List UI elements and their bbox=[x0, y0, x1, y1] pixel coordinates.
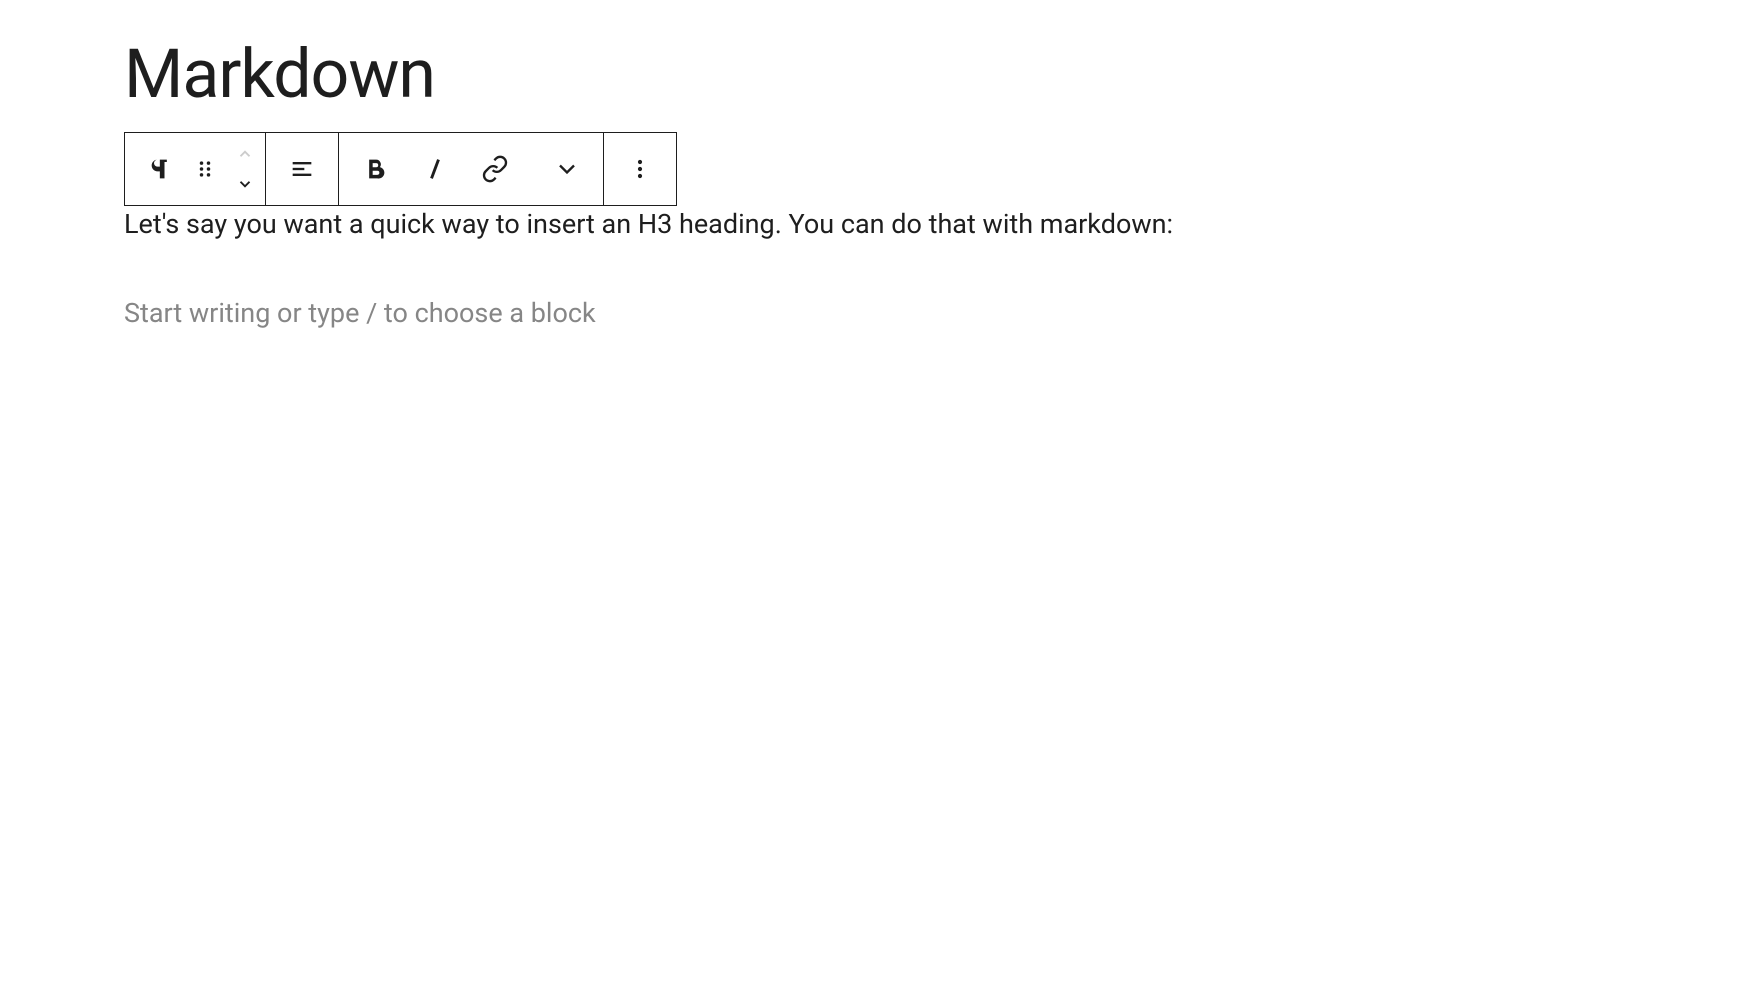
drag-handle-button[interactable] bbox=[185, 133, 225, 205]
page-title[interactable]: Markdown bbox=[124, 40, 1749, 108]
drag-icon bbox=[191, 155, 219, 183]
toolbar-group-block bbox=[125, 133, 266, 205]
move-down-button[interactable] bbox=[225, 169, 265, 199]
block-toolbar bbox=[124, 132, 677, 206]
italic-button[interactable] bbox=[411, 133, 459, 205]
empty-block-placeholder[interactable]: Start writing or type / to choose a bloc… bbox=[124, 293, 1749, 334]
move-up-button bbox=[225, 139, 265, 169]
chevron-down-icon bbox=[553, 155, 581, 183]
mover-group bbox=[225, 133, 265, 205]
toolbar-group-format bbox=[339, 133, 604, 205]
align-left-icon bbox=[288, 155, 316, 183]
chevron-up-icon bbox=[236, 145, 254, 163]
toolbar-group-align bbox=[266, 133, 339, 205]
options-button[interactable] bbox=[604, 133, 676, 205]
toolbar-group-options bbox=[604, 133, 676, 205]
bold-icon bbox=[361, 155, 389, 183]
editor-container: Markdown bbox=[0, 40, 1749, 333]
link-icon bbox=[481, 155, 509, 183]
block-type-button[interactable] bbox=[137, 133, 185, 205]
paragraph-icon bbox=[147, 155, 175, 183]
more-formatting-button[interactable] bbox=[531, 133, 603, 205]
link-button[interactable] bbox=[459, 133, 531, 205]
align-button[interactable] bbox=[266, 133, 338, 205]
italic-icon bbox=[421, 155, 449, 183]
chevron-down-icon bbox=[236, 175, 254, 193]
paragraph-block[interactable]: Let's say you want a quick way to insert… bbox=[124, 204, 1749, 245]
more-vertical-icon bbox=[626, 155, 654, 183]
bold-button[interactable] bbox=[339, 133, 411, 205]
